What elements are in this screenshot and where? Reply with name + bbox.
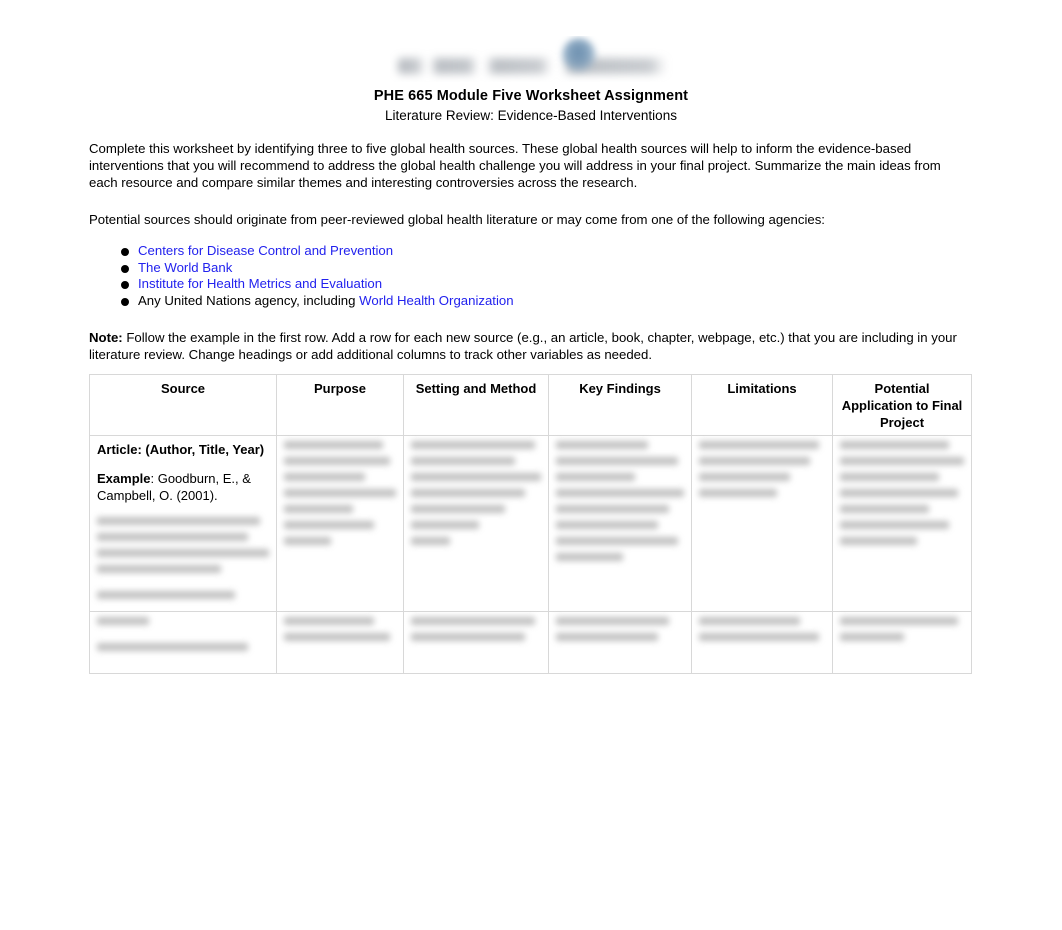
list-item: Centers for Disease Control and Preventi… (89, 243, 789, 260)
list-item: Institute for Health Metrics and Evaluat… (89, 276, 789, 293)
list-item: Any United Nations agency, including Wor… (89, 293, 789, 310)
cell-application[interactable] (832, 435, 972, 612)
cell-limitations[interactable] (691, 610, 833, 674)
cell-purpose[interactable] (276, 435, 404, 612)
column-header-key-findings: Key Findings (548, 374, 692, 436)
source-example-label: Example (97, 470, 151, 486)
column-header-purpose: Purpose (276, 374, 404, 436)
list-item: The World Bank (89, 260, 789, 277)
source-heading: Article: (Author, Title, Year) (97, 442, 265, 457)
cell-application[interactable] (832, 610, 972, 674)
redacted-key-findings (556, 441, 684, 561)
link-cdc[interactable]: Centers for Disease Control and Preventi… (138, 243, 393, 258)
link-world-bank[interactable]: The World Bank (138, 260, 232, 275)
page-title: PHE 665 Module Five Worksheet Assignment (373, 88, 689, 104)
column-header-setting: Setting and Method (403, 374, 549, 436)
link-ihme[interactable]: Institute for Health Metrics and Evaluat… (138, 276, 382, 291)
cell-key-findings[interactable] (548, 435, 692, 612)
redacted-limitations (699, 616, 825, 641)
logo-emblem-icon (562, 38, 596, 72)
intro-paragraph: Complete this worksheet by identifying t… (89, 141, 941, 191)
link-who[interactable]: World Health Organization (359, 293, 513, 308)
university-logo (390, 36, 680, 82)
source-content: Article: (Author, Title, Year) Example: … (97, 441, 269, 505)
column-header-application: Potential Application to Final Project (832, 374, 972, 436)
agency-list: Centers for Disease Control and Preventi… (89, 243, 789, 309)
cell-limitations[interactable] (691, 435, 833, 612)
redacted-setting (411, 441, 541, 545)
cell-key-findings[interactable] (548, 610, 692, 674)
redacted-application (840, 441, 964, 545)
redacted-key-findings (556, 616, 684, 641)
table-header-row: Source Purpose Setting and Method Key Fi… (89, 374, 972, 436)
column-header-source: Source (89, 374, 277, 436)
column-header-limitations: Limitations (691, 374, 833, 436)
redacted-purpose (284, 441, 396, 545)
redacted-purpose (284, 616, 396, 641)
redacted-limitations (699, 441, 825, 497)
logo-wordmark (398, 58, 672, 74)
document-page: PHE 665 Module Five Worksheet Assignment… (0, 0, 1062, 930)
note-label: Note: (89, 330, 123, 345)
cell-source[interactable]: Article: (Author, Title, Year) Example: … (89, 435, 277, 612)
note-text: Follow the example in the first row. Add… (89, 330, 957, 363)
cell-setting[interactable] (403, 610, 549, 674)
literature-review-table: Source Purpose Setting and Method Key Fi… (89, 374, 972, 674)
un-agency-text: Any United Nations agency, including (138, 292, 360, 308)
redacted-application (840, 616, 964, 641)
sources-paragraph: Potential sources should originate from … (89, 212, 825, 227)
cell-setting[interactable] (403, 435, 549, 612)
note-paragraph: Note: Follow the example in the first ro… (89, 329, 971, 363)
table-row: Article: (Author, Title, Year) Example: … (89, 435, 972, 612)
redacted-source (97, 616, 269, 651)
cell-source[interactable] (89, 610, 277, 674)
redacted-source-detail (97, 516, 269, 599)
page-subtitle: Literature Review: Evidence-Based Interv… (385, 108, 677, 123)
cell-purpose[interactable] (276, 610, 404, 674)
redacted-setting (411, 616, 541, 641)
table-row (89, 610, 972, 674)
